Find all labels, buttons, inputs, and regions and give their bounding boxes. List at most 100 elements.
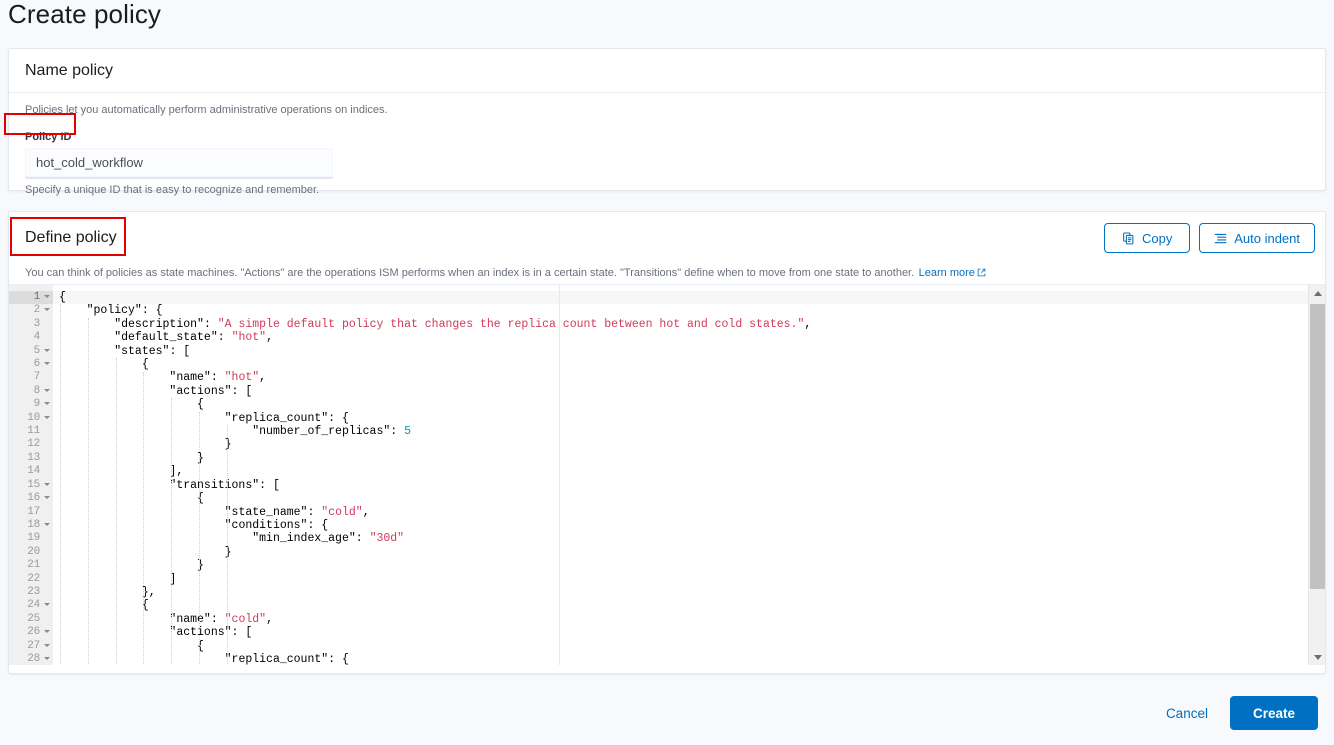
- token-punc: {: [197, 398, 204, 412]
- fold-toggle-icon[interactable]: [44, 348, 50, 352]
- token-punc: }: [197, 451, 204, 465]
- token-punc: : {: [141, 304, 163, 318]
- form-footer: Cancel Create: [0, 681, 1334, 745]
- token-key: "name": [169, 371, 211, 385]
- gutter-line-25: 25: [27, 612, 40, 625]
- gutter-line-19: 19: [27, 532, 40, 545]
- gutter-line-17: 17: [27, 505, 40, 518]
- policy-id-input[interactable]: [25, 148, 333, 178]
- token-key: "states": [114, 344, 170, 358]
- code-line-17: "state_name": "cold",: [53, 506, 1325, 519]
- scroll-up-arrow-icon[interactable]: [1309, 285, 1325, 302]
- token-str: "30d": [369, 532, 405, 546]
- name-policy-header: Name policy: [9, 49, 1325, 93]
- token-key: "replica_count": [224, 652, 329, 665]
- editor-gutter[interactable]: 1 2 3 4 5 6 7 8 9 10 11 12 13 14 15 16 17 18 19 20 21 22 23 24 2…: [9, 285, 53, 665]
- code-line-26: "actions": [: [53, 626, 1325, 639]
- code-line-8: "actions": [: [53, 385, 1325, 398]
- code-line-5: "states": [: [53, 345, 1325, 358]
- code-line-15: "transitions": [: [53, 479, 1325, 492]
- fold-toggle-icon[interactable]: [44, 482, 50, 486]
- code-line-21: }: [53, 559, 1325, 572]
- gutter-line-27: 27: [9, 640, 53, 653]
- token-punc: ,: [266, 612, 273, 626]
- learn-more-link[interactable]: Learn more: [919, 267, 986, 279]
- copy-button-label: Copy: [1142, 230, 1173, 246]
- policy-id-help-text: Specify a unique ID that is easy to reco…: [25, 184, 320, 196]
- copy-icon: [1122, 231, 1135, 245]
- token-punc: : [: [169, 344, 191, 358]
- token-punc: :: [210, 371, 225, 385]
- cancel-button[interactable]: Cancel: [1152, 699, 1222, 728]
- editor-scrollbar-thumb[interactable]: [1310, 304, 1325, 589]
- token-punc: ],: [169, 465, 184, 479]
- name-policy-panel: Name policy Policies let you automatical…: [8, 48, 1326, 196]
- token-key: "description": [114, 317, 204, 331]
- editor-code-area[interactable]: { "policy": { "description": "A simple d…: [53, 285, 1325, 665]
- code-line-12: }: [53, 438, 1325, 451]
- token-punc: : {: [307, 518, 329, 532]
- code-line-28: "replica_count": {: [53, 653, 1325, 665]
- token-key: "transitions": [169, 478, 260, 492]
- editor-vertical-scrollbar[interactable]: [1308, 285, 1325, 665]
- token-punc: },: [141, 585, 156, 599]
- fold-toggle-icon[interactable]: [44, 415, 50, 419]
- token-key: "min_index_age": [252, 532, 356, 546]
- token-punc: : [: [231, 384, 253, 398]
- define-policy-header: Define policy Copy Auto indent: [9, 212, 1325, 263]
- gutter-line-16: 16: [9, 492, 53, 505]
- learn-more-label: Learn more: [918, 267, 975, 279]
- fold-toggle-icon[interactable]: [44, 308, 50, 312]
- fold-toggle-icon[interactable]: [44, 496, 50, 500]
- code-line-10: "replica_count": {: [53, 412, 1325, 425]
- token-punc: :: [390, 425, 405, 439]
- token-punc: }: [224, 438, 232, 452]
- gutter-line-11: 11: [27, 425, 40, 438]
- fold-toggle-icon[interactable]: [44, 362, 50, 366]
- auto-indent-button[interactable]: Auto indent: [1199, 223, 1315, 253]
- create-policy-page: Create policy Name policy Policies let y…: [0, 0, 1334, 745]
- code-line-9: {: [53, 398, 1325, 411]
- gutter-line-7: 7: [33, 371, 41, 384]
- fold-toggle-icon[interactable]: [44, 295, 50, 298]
- name-policy-title: Name policy: [25, 61, 114, 79]
- token-punc: }: [197, 559, 204, 573]
- fold-toggle-icon[interactable]: [44, 522, 50, 526]
- fold-toggle-icon[interactable]: [44, 630, 50, 634]
- code-line-20: }: [53, 546, 1325, 559]
- token-punc: ,: [362, 505, 370, 519]
- gutter-line-6: 6: [9, 358, 53, 371]
- token-punc: {: [141, 358, 149, 372]
- fold-toggle-icon[interactable]: [44, 402, 50, 406]
- gutter-line-4: 4: [33, 331, 41, 344]
- token-key: "conditions": [224, 518, 308, 532]
- editor-inner: 1 2 3 4 5 6 7 8 9 10 11 12 13 14 15 16 17 18 19 20 21 22 23 24 2…: [9, 285, 1325, 665]
- gutter-line-5: 5: [9, 345, 53, 358]
- token-key: "actions": [169, 626, 232, 640]
- code-line-14: ],: [53, 465, 1325, 478]
- code-line-25: "name": "cold",: [53, 613, 1325, 626]
- token-punc: : {: [328, 411, 349, 425]
- gutter-line-20: 20: [27, 545, 40, 558]
- token-punc: {: [141, 599, 149, 613]
- gutter-line-13: 13: [27, 451, 40, 464]
- code-line-27: {: [53, 640, 1325, 653]
- gutter-line-22: 22: [27, 572, 40, 585]
- copy-button[interactable]: Copy: [1104, 223, 1191, 253]
- gutter-line-15: 15: [9, 479, 53, 492]
- gutter-line-2: 2: [9, 304, 53, 317]
- scroll-down-arrow-icon[interactable]: [1309, 649, 1325, 665]
- token-num: 5: [404, 425, 411, 439]
- token-str: "A simple default policy that changes th…: [217, 317, 805, 331]
- create-button[interactable]: Create: [1229, 696, 1318, 730]
- fold-toggle-icon[interactable]: [44, 388, 50, 392]
- print-margin-line: [559, 285, 560, 665]
- fold-toggle-icon[interactable]: [44, 603, 50, 607]
- code-line-23: },: [53, 586, 1325, 599]
- fold-toggle-icon[interactable]: [44, 656, 50, 660]
- token-punc: : {: [328, 652, 349, 665]
- policy-json-editor[interactable]: 1 2 3 4 5 6 7 8 9 10 11 12 13 14 15 16 17 18 19 20 21 22 23 24 2…: [9, 284, 1325, 665]
- gutter-line-28: 28: [9, 653, 53, 665]
- fold-toggle-icon[interactable]: [44, 643, 50, 647]
- code-line-13: }: [53, 452, 1325, 465]
